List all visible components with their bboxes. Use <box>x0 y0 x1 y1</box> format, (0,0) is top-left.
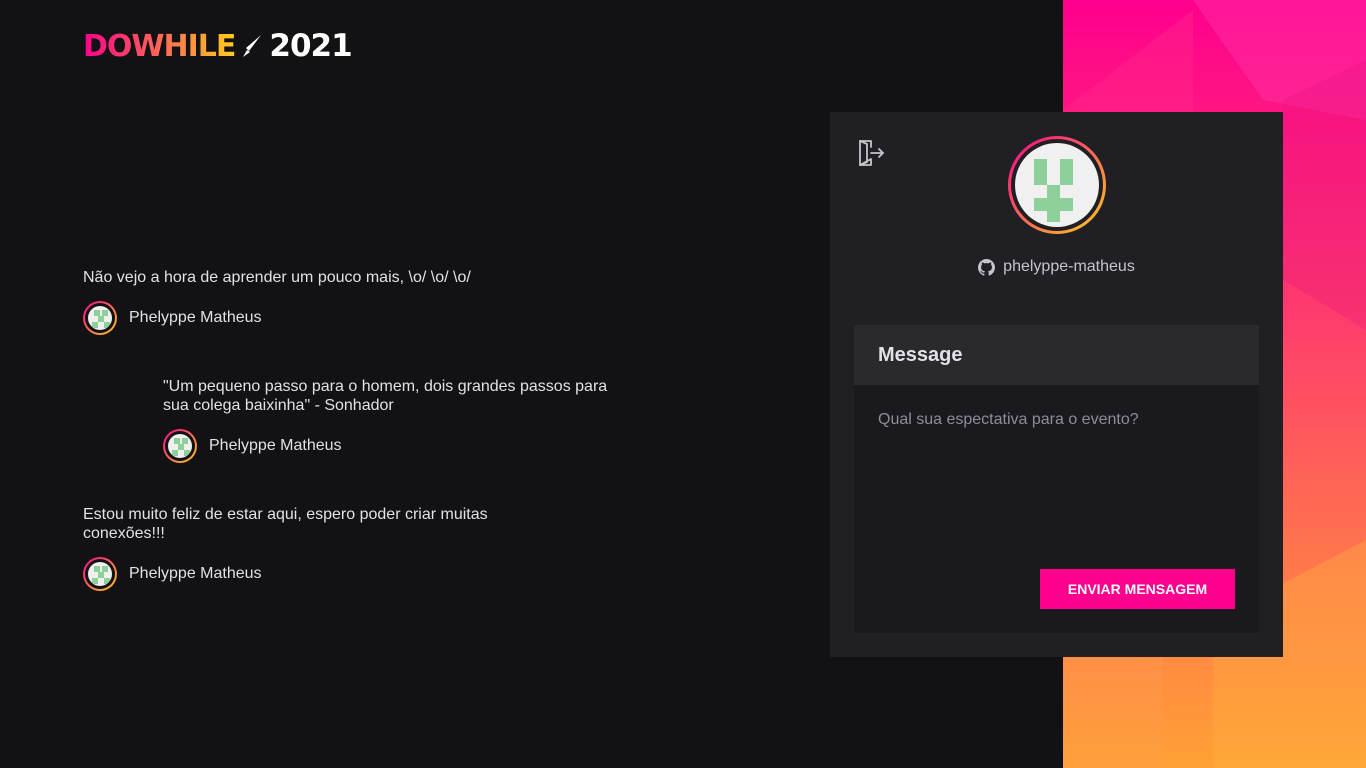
message-item: Não vejo a hora de aprender um pouco mai… <box>83 268 623 335</box>
user-name: Phelyppe Matheus <box>129 565 262 582</box>
avatar <box>163 429 197 463</box>
message-item: Estou muito feliz de estar aqui, espero … <box>83 505 503 591</box>
message-item: "Um pequeno passo para o homem, dois gra… <box>163 377 613 463</box>
message-form: Message ENVIAR MENSAGEM <box>854 325 1259 633</box>
github-icon <box>978 258 996 276</box>
form-title: Message <box>854 325 1259 385</box>
message-author: Phelyppe Matheus <box>83 557 503 591</box>
message-text: "Um pequeno passo para o homem, dois gra… <box>163 378 608 414</box>
user-name: Phelyppe Matheus <box>209 437 342 454</box>
message-text: Estou muito feliz de estar aqui, espero … <box>83 506 488 542</box>
message-text: Não vejo a hora de aprender um pouco mai… <box>83 269 471 286</box>
github-username: phelyppe-matheus <box>830 258 1283 276</box>
send-message-panel: phelyppe-matheus Message ENVIAR MENSAGEM <box>830 112 1283 657</box>
message-author: Phelyppe Matheus <box>163 429 613 463</box>
message-author: Phelyppe Matheus <box>83 301 623 335</box>
avatar <box>83 301 117 335</box>
github-login: phelyppe-matheus <box>1003 258 1135 275</box>
signout-icon[interactable] <box>857 139 885 167</box>
profile-avatar <box>1008 136 1106 234</box>
message-list: Não vejo a hora de aprender um pouco mai… <box>83 0 643 768</box>
user-name: Phelyppe Matheus <box>129 309 262 326</box>
message-input[interactable] <box>854 385 1259 555</box>
send-message-button[interactable]: ENVIAR MENSAGEM <box>1040 569 1235 609</box>
avatar <box>83 557 117 591</box>
